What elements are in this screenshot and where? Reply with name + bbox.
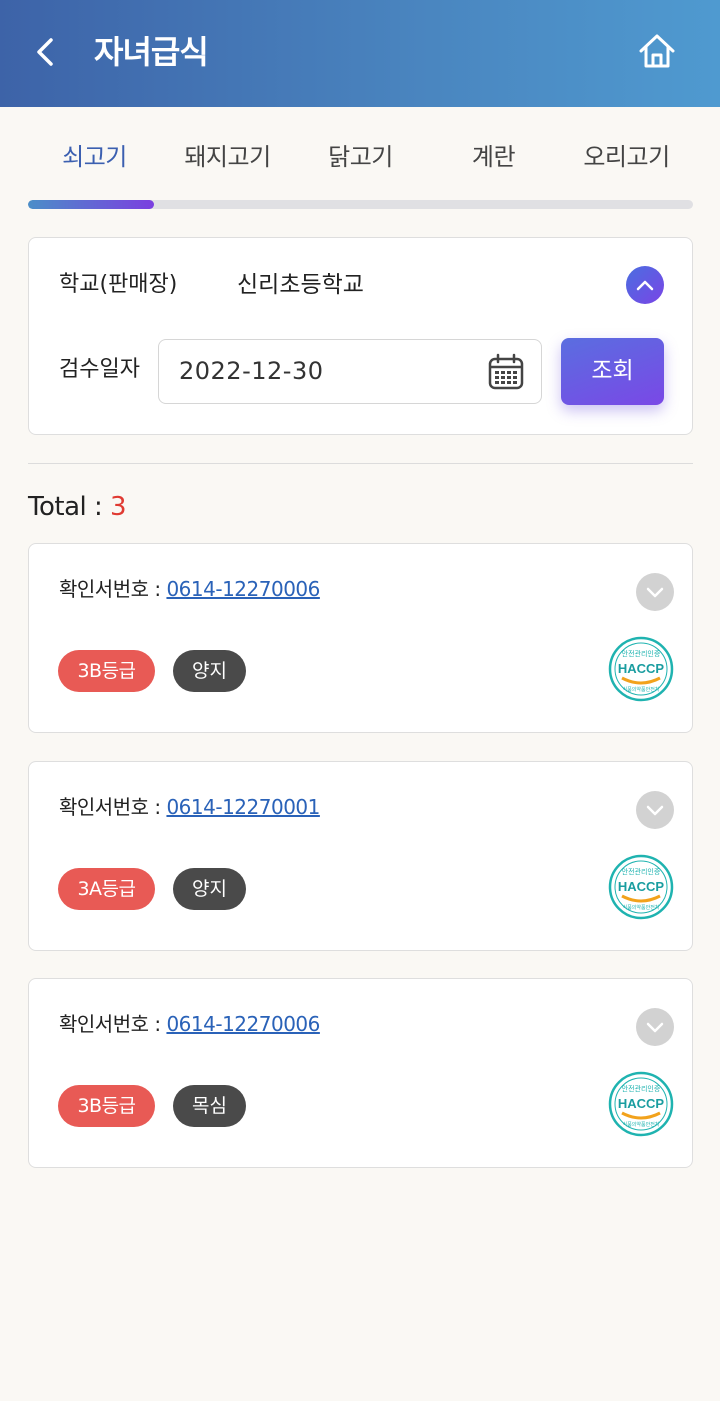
haccp-logo: 안전관리인증 HACCP 식품의약품안전처 (608, 1071, 674, 1137)
chevron-left-icon (37, 38, 53, 66)
calendar-icon[interactable] (487, 353, 525, 391)
back-button[interactable] (30, 32, 60, 72)
search-button[interactable]: 조회 (561, 338, 664, 405)
tab-pork[interactable]: 돼지고기 (161, 132, 294, 182)
haccp-bottom-text: 식품의약품안전처 (623, 686, 660, 693)
haccp-top-text: 안전관리인증 (622, 649, 661, 658)
haccp-text: HACCP (618, 1096, 665, 1111)
home-icon (639, 34, 675, 68)
collapse-button[interactable] (626, 266, 664, 304)
tab-indicator-track (28, 200, 693, 209)
result-card[interactable]: 확인서번호 : 0614-12270006 3B등급 양지 안전관리인증 HACC… (28, 543, 693, 733)
expand-button[interactable] (636, 791, 674, 829)
tab-beef[interactable]: 쇠고기 (28, 132, 161, 182)
date-label: 검수일자 (59, 357, 140, 382)
category-tabs: 쇠고기 돼지고기 닭고기 계란 오리고기 (28, 132, 693, 182)
cut-badge: 양지 (173, 650, 246, 692)
certificate-number-link[interactable]: 0614-12270006 (166, 577, 320, 601)
haccp-bottom-text: 식품의약품안전처 (623, 1121, 660, 1128)
certificate-line: 확인서번호 : 0614-12270006 (59, 1007, 320, 1041)
date-field[interactable]: 2022-12-30 (158, 339, 542, 404)
school-label: 학교(판매장) (59, 272, 178, 297)
grade-badge: 3B등급 (58, 1085, 155, 1127)
certificate-line: 확인서번호 : 0614-12270001 (59, 790, 320, 824)
haccp-logo: 안전관리인증 HACCP 식품의약품안전처 (608, 636, 674, 702)
search-panel: 학교(판매장) 신리초등학교 검수일자 2022-12-30 조회 (28, 237, 693, 435)
grade-badge: 3B등급 (58, 650, 155, 692)
chevron-down-icon (646, 587, 664, 598)
haccp-bottom-text: 식품의약품안전처 (623, 904, 660, 911)
haccp-text: HACCP (618, 661, 665, 676)
expand-button[interactable] (636, 1008, 674, 1046)
grade-badge: 3A등급 (58, 868, 155, 910)
result-card[interactable]: 확인서번호 : 0614-12270001 3A등급 양지 안전관리인증 HACC… (28, 761, 693, 951)
cut-badge: 양지 (173, 868, 246, 910)
chevron-down-icon (646, 805, 664, 816)
tab-chicken[interactable]: 닭고기 (294, 132, 427, 182)
total-value: 3 (110, 492, 127, 522)
tab-duck[interactable]: 오리고기 (560, 132, 693, 182)
tab-indicator (28, 200, 155, 209)
result-card[interactable]: 확인서번호 : 0614-12270006 3B등급 목심 안전관리인증 HACC… (28, 978, 693, 1168)
certificate-number-link[interactable]: 0614-12270006 (166, 1012, 320, 1036)
expand-button[interactable] (636, 573, 674, 611)
tab-egg[interactable]: 계란 (427, 132, 560, 182)
haccp-top-text: 안전관리인증 (622, 867, 661, 876)
certificate-label: 확인서번호 : (59, 577, 167, 601)
certificate-label: 확인서번호 : (59, 795, 167, 819)
certificate-label: 확인서번호 : (59, 1012, 167, 1036)
chevron-up-icon (636, 280, 654, 291)
page-title: 자녀급식 (94, 33, 209, 71)
haccp-logo: 안전관리인증 HACCP 식품의약품안전처 (608, 854, 674, 920)
haccp-top-text: 안전관리인증 (622, 1084, 661, 1093)
date-value: 2022-12-30 (179, 357, 324, 385)
home-button[interactable] (634, 28, 680, 74)
section-divider (28, 463, 693, 464)
chevron-down-icon (646, 1022, 664, 1033)
cut-badge: 목심 (173, 1085, 246, 1127)
total-label: Total : (28, 492, 111, 522)
school-value: 신리초등학교 (237, 272, 364, 298)
certificate-line: 확인서번호 : 0614-12270006 (59, 572, 320, 606)
app-header: 자녀급식 (0, 0, 720, 107)
certificate-number-link[interactable]: 0614-12270001 (166, 795, 320, 819)
haccp-text: HACCP (618, 879, 665, 894)
total-count: Total : 3 (28, 488, 127, 526)
